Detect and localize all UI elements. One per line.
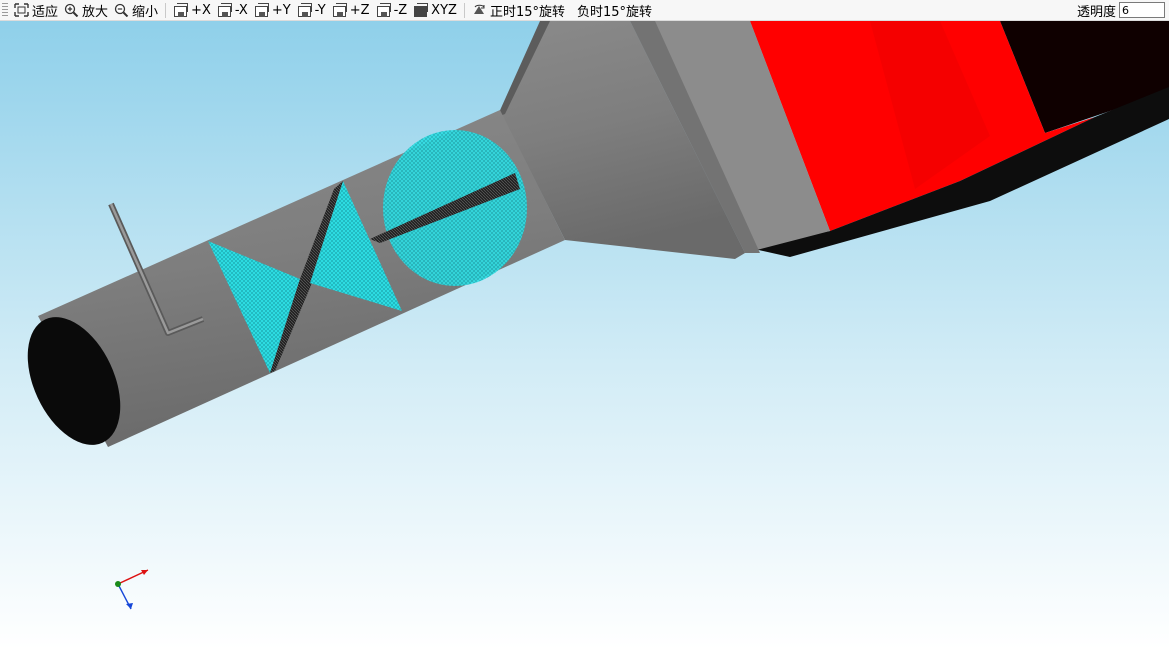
zoom-in-icon [64,3,79,18]
view-plus-y-label: +Y [271,2,291,18]
view-plus-z-label: +Z [349,2,370,18]
cube-view-icon [217,3,232,17]
zoom-out-button[interactable]: 缩小 [111,1,161,20]
view-plus-x-button[interactable]: +X [170,1,214,20]
rotate-negative-label: 负时15°旋转 [576,4,653,20]
view-iso-button[interactable]: XYZ [410,1,460,20]
view-toolbar: 适应 放大 缩小 +X -X +Y -Y +Z -Z XYZ 正时15°旋转 负… [0,0,1169,21]
zoom-in-label: 放大 [82,4,109,20]
fit-label: 适应 [32,4,59,20]
view-plus-x-label: +X [191,2,211,18]
opacity-label: 透明度 [1076,4,1116,20]
opacity-control: 透明度 [1077,1,1169,20]
rotate-positive-label: 正时15°旋转 [489,4,565,20]
view-minus-z-button[interactable]: -Z [373,1,411,20]
rotate-icon [472,3,487,17]
cube-view-icon [173,3,189,17]
opacity-input[interactable] [1119,2,1165,18]
view-minus-z-label: -Z [393,2,408,18]
view-minus-x-label: -X [234,2,248,18]
view-plus-y-button[interactable]: +Y [251,1,294,20]
zoom-in-button[interactable]: 放大 [61,1,111,20]
cube-view-icon [376,3,391,17]
view-minus-y-label: -Y [314,2,326,18]
cube-view-icon [297,3,312,17]
iso-cube-icon [413,3,429,17]
toolbar-separator [463,2,465,18]
view-iso-label: XYZ [431,2,457,18]
rotate-positive-button[interactable]: 正时15°旋转 [469,1,568,20]
3d-viewport[interactable] [0,21,1169,649]
toolbar-separator [165,2,167,18]
cube-view-icon [332,3,347,17]
fit-button[interactable]: 适应 [11,1,61,20]
view-minus-y-button[interactable]: -Y [294,1,329,20]
view-minus-x-button[interactable]: -X [214,1,251,20]
zoom-out-icon [114,3,129,18]
rotate-negative-button[interactable]: 负时15°旋转 [574,1,655,20]
zoom-out-label: 缩小 [132,4,159,20]
fit-to-view-icon [14,3,29,17]
view-plus-z-button[interactable]: +Z [329,1,373,20]
cube-view-icon [254,3,269,17]
toolbar-grip[interactable] [2,3,8,17]
